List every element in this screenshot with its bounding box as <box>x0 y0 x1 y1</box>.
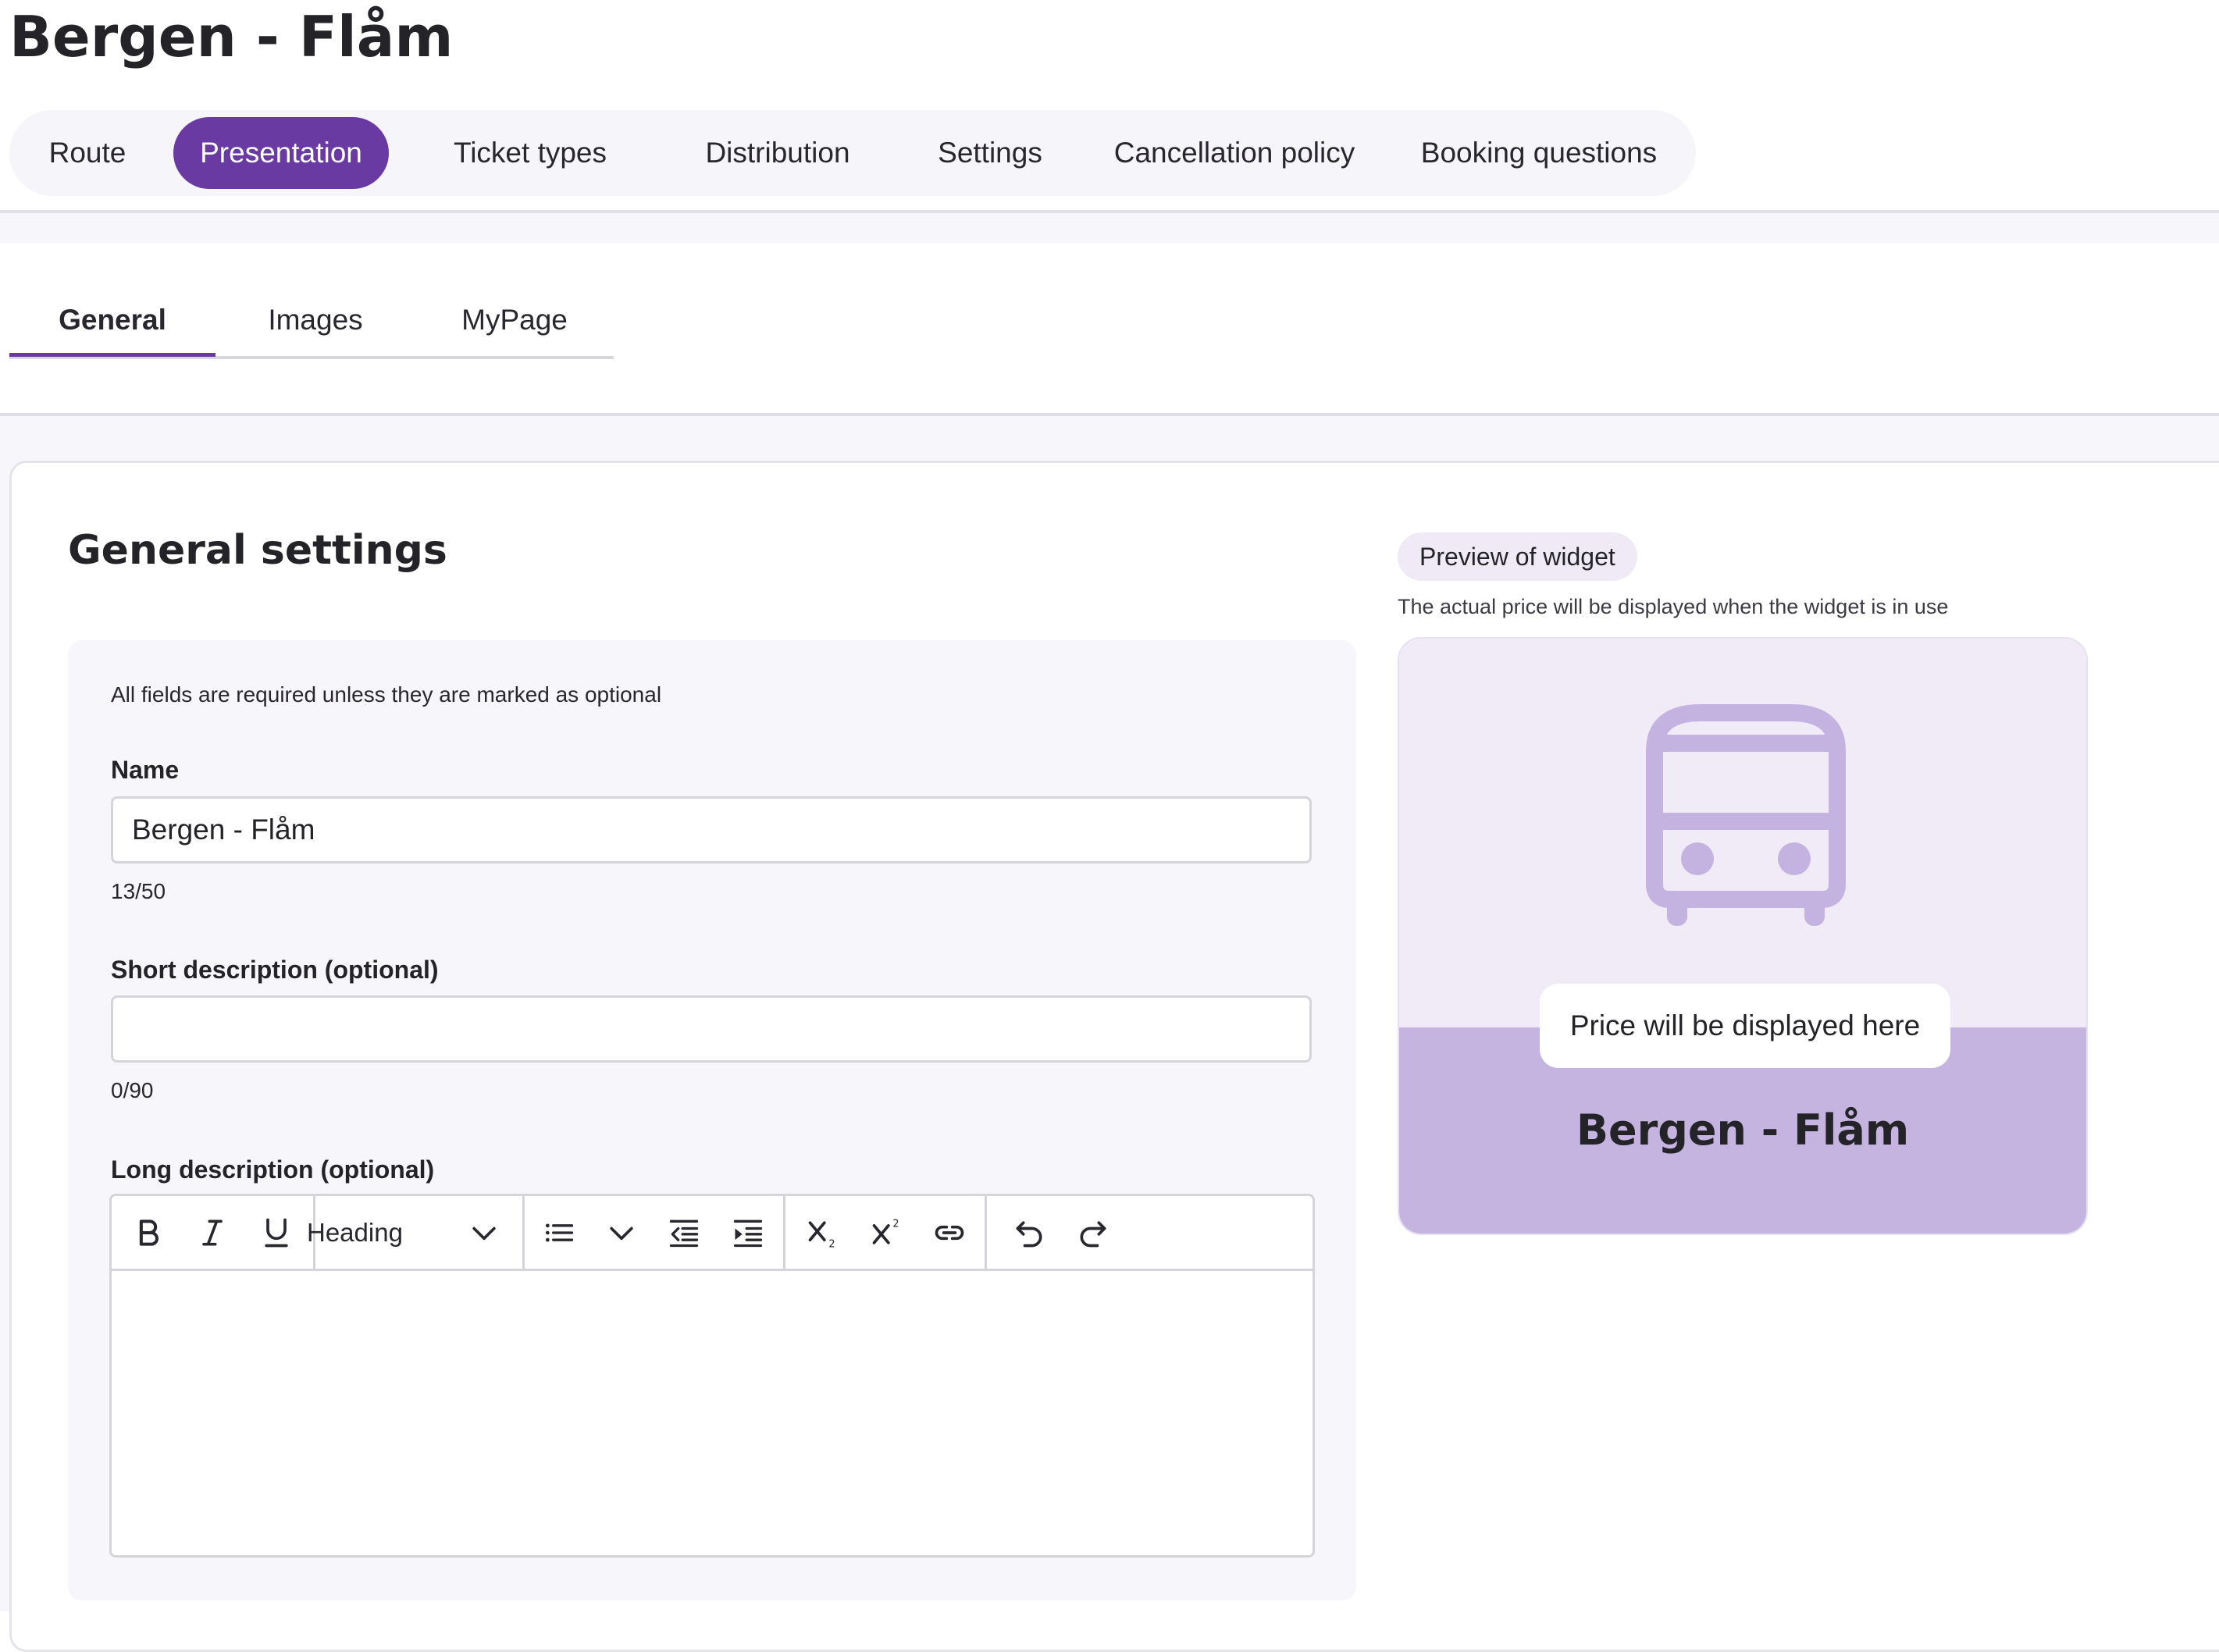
tab-route[interactable]: Route <box>25 117 150 189</box>
widget-route-name: Bergen - Flåm <box>1576 1105 1910 1155</box>
preview-badge: Preview of widget <box>1398 532 1637 581</box>
outdent-icon <box>669 1219 699 1248</box>
svg-text:2: 2 <box>828 1238 835 1250</box>
bus-icon <box>1646 704 1846 926</box>
underline-button[interactable] <box>255 1212 297 1254</box>
link-icon <box>935 1225 964 1241</box>
outdent-button[interactable] <box>663 1212 705 1254</box>
short-description-label: Short description (optional) <box>111 956 439 984</box>
tab-settings[interactable]: Settings <box>904 117 1076 189</box>
indent-icon <box>733 1219 763 1248</box>
superscript-button[interactable]: 2 <box>866 1212 908 1254</box>
italic-button[interactable] <box>191 1212 233 1254</box>
name-input[interactable] <box>111 796 1312 863</box>
chevron-down-icon <box>610 1227 633 1241</box>
superscript-icon: 2 <box>872 1219 899 1244</box>
underline-icon <box>265 1218 288 1248</box>
main-tab-bar: Route Presentation Ticket types Distribu… <box>9 110 1696 196</box>
toolbar-separator <box>985 1196 987 1269</box>
redo-icon <box>1080 1221 1106 1248</box>
tab-booking-questions[interactable]: Booking questions <box>1398 117 1680 189</box>
price-placeholder: Price will be displayed here <box>1540 984 1950 1068</box>
heading-dropdown-toggle[interactable] <box>463 1212 505 1254</box>
editor-content-area[interactable] <box>112 1271 1313 1555</box>
short-description-char-counter: 0/90 <box>111 1078 154 1102</box>
sub-tab-bar: General Images MyPage <box>9 289 614 359</box>
heading-dropdown[interactable]: Heading <box>307 1210 403 1255</box>
subtab-mypage[interactable]: MyPage <box>415 289 614 353</box>
undo-button[interactable] <box>1008 1212 1050 1254</box>
tab-distribution[interactable]: Distribution <box>668 117 887 189</box>
name-label: Name <box>111 756 180 784</box>
undo-icon <box>1016 1221 1042 1248</box>
section-title: General settings <box>68 527 447 574</box>
chevron-down-icon <box>472 1227 496 1241</box>
rich-text-editor: Heading 2 2 <box>109 1194 1315 1558</box>
toolbar-separator <box>783 1196 785 1269</box>
redo-button[interactable] <box>1072 1212 1114 1254</box>
preview-note: The actual price will be displayed when … <box>1398 595 1949 618</box>
subscript-icon: 2 <box>808 1221 835 1250</box>
italic-icon <box>202 1219 223 1246</box>
subtab-general[interactable]: General <box>9 289 215 357</box>
bold-icon <box>139 1219 158 1246</box>
toolbar-separator <box>522 1196 525 1269</box>
short-description-input[interactable] <box>111 995 1312 1063</box>
background-strip <box>0 213 2219 243</box>
required-fields-note: All fields are required unless they are … <box>111 682 662 707</box>
long-description-label: Long description (optional) <box>111 1155 435 1184</box>
editor-toolbar: Heading 2 2 <box>112 1196 1313 1271</box>
subtab-images[interactable]: Images <box>215 289 415 353</box>
tab-ticket-types[interactable]: Ticket types <box>419 117 642 189</box>
link-button[interactable] <box>928 1212 971 1254</box>
tab-presentation[interactable]: Presentation <box>173 117 389 189</box>
list-type-dropdown[interactable] <box>600 1212 643 1254</box>
page-title: Bergen - Flåm <box>9 4 454 69</box>
tab-cancellation-policy[interactable]: Cancellation policy <box>1090 117 1379 189</box>
bullet-list-button[interactable] <box>538 1212 580 1254</box>
name-char-counter: 13/50 <box>111 879 166 903</box>
indent-button[interactable] <box>727 1212 769 1254</box>
widget-preview: Price will be displayed here Bergen - Fl… <box>1398 637 2088 1235</box>
bullet-list-icon <box>545 1223 574 1242</box>
subscript-button[interactable]: 2 <box>802 1212 844 1254</box>
svg-text:2: 2 <box>892 1219 899 1230</box>
bold-button[interactable] <box>127 1212 169 1254</box>
